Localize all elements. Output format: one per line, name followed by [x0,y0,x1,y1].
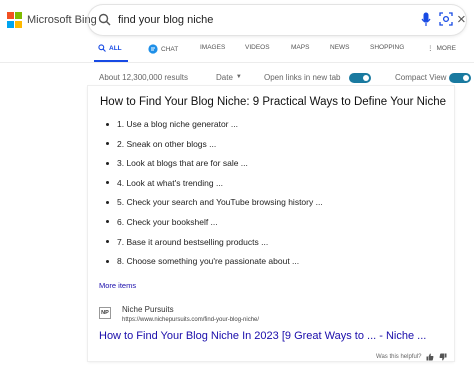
list-item: 3. Look at blogs that are for sale ... [100,158,323,178]
list-item: 7. Base it around bestselling products .… [100,237,323,257]
logo-text: Microsoft Bing [27,14,97,26]
open-links-label: Open links in new tab [264,73,341,82]
list-item: 2. Sneak on other blogs ... [100,139,323,159]
answer-list: 1. Use a blog niche generator ... 2. Sne… [100,119,323,276]
compact-view-toggle[interactable] [449,73,471,83]
result-title-link[interactable]: How to Find Your Blog Niche In 2023 [9 G… [99,330,426,342]
list-item: 1. Use a blog niche generator ... [100,119,323,139]
list-item: 8. Choose something you're passionate ab… [100,256,323,276]
visual-search-icon[interactable] [439,12,453,26]
tab-maps[interactable]: MAPS [291,44,309,51]
bing-logo[interactable]: Microsoft Bing [7,12,97,28]
search-input[interactable]: find your blog niche [118,14,213,26]
more-icon: ⋮ [427,45,434,52]
chevron-down-icon: ▼ [235,74,242,80]
results-count: About 12,300,000 results [99,73,188,82]
tab-news[interactable]: NEWS [330,44,350,51]
tab-shopping[interactable]: SHOPPING [370,44,404,51]
feedback-label: Was this helpful? [376,354,422,360]
tab-more[interactable]: ⋮ MORE [427,44,456,53]
more-items-link[interactable]: More items [99,281,136,290]
list-item: 6. Check your bookshelf ... [100,217,323,237]
tab-all[interactable]: ALL [98,44,122,52]
tab-images[interactable]: IMAGES [200,44,225,51]
search-box[interactable]: find your blog niche × [88,5,466,35]
feedback-bar: Was this helpful? [376,353,447,361]
answer-title: How to Find Your Blog Niche: 9 Practical… [100,96,447,108]
close-icon[interactable]: × [457,11,466,28]
microsoft-logo-icon [7,12,23,28]
thumbs-up-icon[interactable] [426,353,434,361]
chat-icon [148,44,158,54]
scope-tabs: ALL CHAT IMAGES VIDEOS MAPS NEWS SHOPPIN… [0,44,474,62]
list-item: 4. Look at what's trending ... [100,178,323,198]
thumbs-down-icon[interactable] [439,353,447,361]
tab-chat[interactable]: CHAT [148,44,178,54]
mic-icon[interactable] [421,12,431,27]
compact-view-label: Compact View [395,73,447,82]
tab-videos[interactable]: VIDEOS [245,44,270,51]
date-filter[interactable]: Date ▼ [216,73,242,82]
open-links-toggle[interactable] [349,73,371,83]
search-icon [98,13,111,26]
source-url: https://www.nichepursuits.com/find-your-… [122,317,260,323]
source-name: Niche Pursuits [122,305,174,314]
header-divider [0,62,474,63]
answer-card: How to Find Your Blog Niche: 9 Practical… [88,86,454,361]
site-favicon-icon: NP [99,307,111,319]
search-icon [98,44,106,52]
list-item: 5. Check your search and YouTube browsin… [100,197,323,217]
